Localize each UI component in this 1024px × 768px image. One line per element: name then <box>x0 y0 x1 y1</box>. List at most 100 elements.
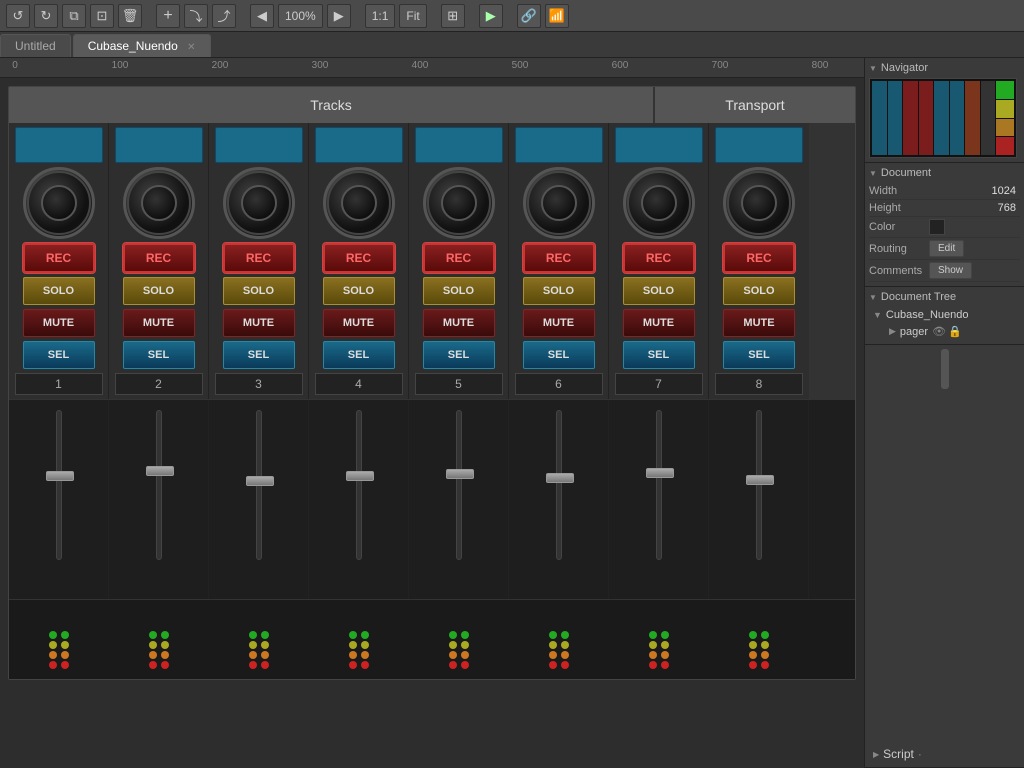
vu-dot <box>161 641 169 649</box>
ch-mute-6[interactable]: MUTE <box>523 309 595 337</box>
ch-rec-6[interactable]: REC <box>523 243 595 273</box>
ch-sel-5[interactable]: SEL <box>423 341 495 369</box>
fader-handle-7[interactable] <box>646 468 674 478</box>
redo-button[interactable]: ↻ <box>34 4 58 28</box>
ch-knob-7[interactable] <box>623 167 695 239</box>
copy-button[interactable]: ⧉ <box>62 4 86 28</box>
fader-1[interactable] <box>9 400 109 599</box>
navigator-title[interactable]: Navigator <box>869 62 1020 74</box>
tree-item-pager[interactable]: ▶ pager 👁 🔒 <box>885 323 1020 340</box>
routing-edit-button[interactable]: Edit <box>929 240 964 257</box>
fader-4[interactable] <box>309 400 409 599</box>
add-button[interactable]: + <box>156 4 180 28</box>
ch-sel-2[interactable]: SEL <box>123 341 195 369</box>
ch-knob-1[interactable] <box>23 167 95 239</box>
ch-solo-2[interactable]: SOLO <box>123 277 195 305</box>
play-button[interactable]: ▶ <box>479 4 503 28</box>
document-tree-title[interactable]: Document Tree <box>869 291 1020 303</box>
fader-handle-2[interactable] <box>146 466 174 476</box>
ch-sel-3[interactable]: SEL <box>223 341 295 369</box>
ch-mute-5[interactable]: MUTE <box>423 309 495 337</box>
prev-button[interactable]: ◀ <box>250 4 274 28</box>
ch-knob-3[interactable] <box>223 167 295 239</box>
tab-cubase-nuendo[interactable]: Cubase_Nuendo ✕ <box>73 34 211 57</box>
ch-rec-3[interactable]: REC <box>223 243 295 273</box>
import-button[interactable]: ⤵ <box>184 4 208 28</box>
fader-3[interactable] <box>209 400 309 599</box>
next-button[interactable]: ▶ <box>327 4 351 28</box>
fader-track-4[interactable] <box>356 410 362 560</box>
tab-untitled[interactable]: Untitled <box>0 34 71 57</box>
fader-2[interactable] <box>109 400 209 599</box>
fader-handle-1[interactable] <box>46 471 74 481</box>
fader-handle-6[interactable] <box>546 473 574 483</box>
ch-solo-6[interactable]: SOLO <box>523 277 595 305</box>
fader-handle-3[interactable] <box>246 476 274 486</box>
ch-knob-2[interactable] <box>123 167 195 239</box>
canvas-area[interactable]: 0 100 200 300 400 500 600 700 800 Tracks… <box>0 58 864 768</box>
ch-mute-2[interactable]: MUTE <box>123 309 195 337</box>
vu-area <box>9 599 855 679</box>
ch-sel-1[interactable]: SEL <box>23 341 95 369</box>
ch-solo-1[interactable]: SOLO <box>23 277 95 305</box>
navigator-thumbnail[interactable] <box>869 78 1017 158</box>
link-button[interactable]: 🔗 <box>517 4 541 28</box>
document-title[interactable]: Document <box>869 167 1020 179</box>
ch-rec-4[interactable]: REC <box>323 243 395 273</box>
ch-solo-7[interactable]: SOLO <box>623 277 695 305</box>
tree-root[interactable]: ▼ Cubase_Nuendo <box>869 307 1020 323</box>
ch-rec-7[interactable]: REC <box>623 243 695 273</box>
ch-mute-1[interactable]: MUTE <box>23 309 95 337</box>
comments-show-button[interactable]: Show <box>929 262 972 279</box>
color-swatch[interactable] <box>929 219 945 235</box>
tab-close-button[interactable]: ✕ <box>187 42 195 53</box>
ch-mute-4[interactable]: MUTE <box>323 309 395 337</box>
fader-track-6[interactable] <box>556 410 562 560</box>
delete-button[interactable]: 🗑 <box>118 4 142 28</box>
vu-dot <box>461 661 469 669</box>
ch-solo-4[interactable]: SOLO <box>323 277 395 305</box>
fit-button[interactable]: Fit <box>399 4 426 28</box>
fader-5[interactable] <box>409 400 509 599</box>
ch-knob-6[interactable] <box>523 167 595 239</box>
undo-button[interactable]: ↺ <box>6 4 30 28</box>
fader-8[interactable] <box>709 400 809 599</box>
ch-rec-1[interactable]: REC <box>23 243 95 273</box>
fader-track-7[interactable] <box>656 410 662 560</box>
paste-button[interactable]: ⊡ <box>90 4 114 28</box>
export-button[interactable]: ⤴ <box>212 4 236 28</box>
fader-handle-5[interactable] <box>446 469 474 479</box>
zoom-control[interactable]: 100% <box>278 4 323 28</box>
ch-rec-2[interactable]: REC <box>123 243 195 273</box>
scroll-thumb[interactable] <box>941 349 949 389</box>
ch-rec-8[interactable]: REC <box>723 243 795 273</box>
fader-track-1[interactable] <box>56 410 62 560</box>
eye-icon[interactable]: 👁 <box>932 325 946 338</box>
fader-track-5[interactable] <box>456 410 462 560</box>
ch-sel-8[interactable]: SEL <box>723 341 795 369</box>
ch-num-1: 1 <box>15 373 103 395</box>
ch-solo-5[interactable]: SOLO <box>423 277 495 305</box>
ch-sel-4[interactable]: SEL <box>323 341 395 369</box>
fader-track-8[interactable] <box>756 410 762 560</box>
vu-col-left-7 <box>649 631 657 669</box>
lock-icon[interactable]: 🔒 <box>948 325 962 338</box>
fader-6[interactable] <box>509 400 609 599</box>
ch-knob-8[interactable] <box>723 167 795 239</box>
ch-mute-8[interactable]: MUTE <box>723 309 795 337</box>
ch-solo-3[interactable]: SOLO <box>223 277 295 305</box>
ch-sel-7[interactable]: SEL <box>623 341 695 369</box>
fader-track-2[interactable] <box>156 410 162 560</box>
ch-knob-4[interactable] <box>323 167 395 239</box>
ch-knob-5[interactable] <box>423 167 495 239</box>
fader-7[interactable] <box>609 400 709 599</box>
fader-track-3[interactable] <box>256 410 262 560</box>
fader-handle-4[interactable] <box>346 471 374 481</box>
ch-sel-6[interactable]: SEL <box>523 341 595 369</box>
ch-mute-7[interactable]: MUTE <box>623 309 695 337</box>
ch-rec-5[interactable]: REC <box>423 243 495 273</box>
ch-solo-8[interactable]: SOLO <box>723 277 795 305</box>
fader-handle-8[interactable] <box>746 475 774 485</box>
ch-mute-3[interactable]: MUTE <box>223 309 295 337</box>
grid-button[interactable]: ⊞ <box>441 4 465 28</box>
